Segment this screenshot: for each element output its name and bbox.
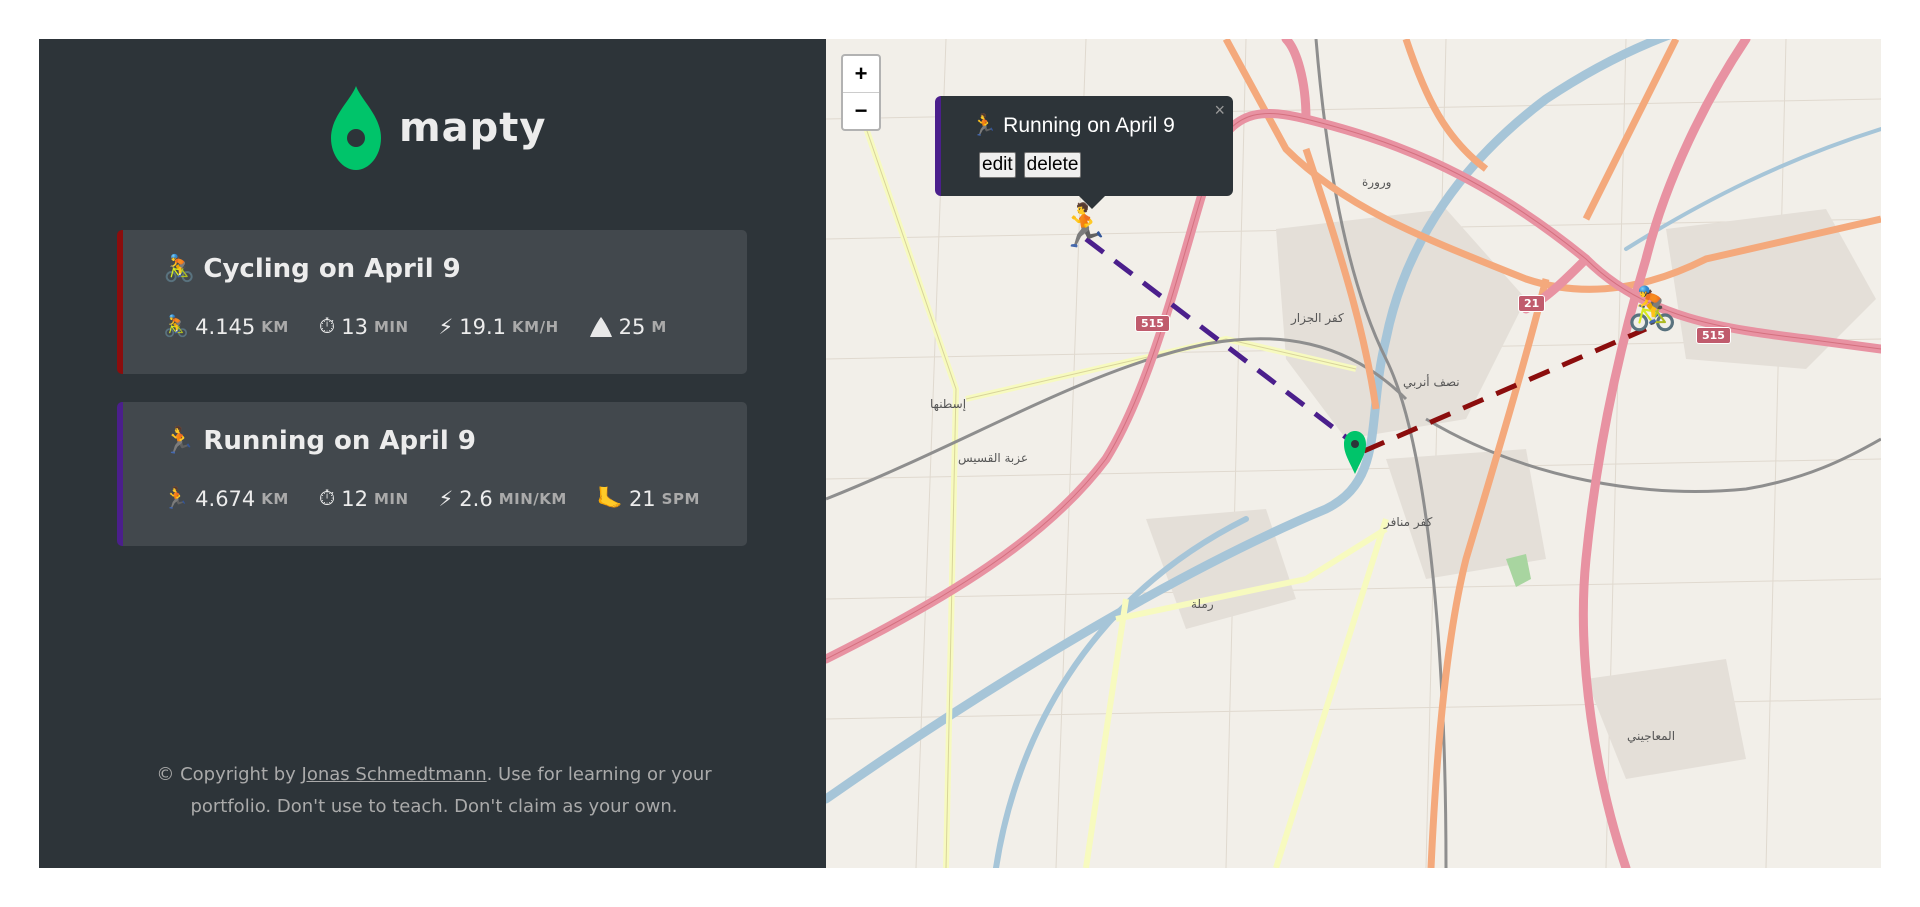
copyright: © Copyright by Jonas Schmedtmann. Use fo… [156, 764, 712, 817]
logo: mapty [331, 86, 547, 170]
pace-detail: ⚡ 2.6 min/km [438, 486, 567, 511]
bike-icon: 🚴 [163, 254, 196, 284]
duration-detail: ⏱ 13 min [318, 314, 409, 339]
app: mapty 🚴 Cycling on April 9 🚴 4.145 km ⏱ … [39, 39, 1881, 868]
runner-icon: 🏃 [971, 114, 998, 137]
workout-details: 🏃 4.674 km ⏱ 12 min ⚡ 2.6 min/km 🦶 21 [163, 486, 730, 511]
mountain-icon [589, 316, 613, 338]
popup-title: 🏃 Running on April 9 [971, 114, 1175, 137]
duration-detail: ⏱ 12 min [318, 486, 409, 511]
zoom-in-button[interactable]: + [843, 56, 879, 93]
runner-icon: 🏃 [163, 486, 190, 510]
map[interactable]: ورورة كفر الجزار إسطنها عزبة القسيس كفر … [826, 39, 1881, 868]
runner-icon: 🏃 [163, 426, 196, 456]
delete-button[interactable]: delete [1023, 152, 1082, 178]
edit-button[interactable]: edit [979, 152, 1016, 178]
map-pin-logo-icon [331, 86, 381, 170]
cyclist-marker-icon[interactable]: 🚴 [1626, 284, 1678, 334]
road-shield: 515 [1696, 327, 1731, 344]
brand-name: mapty [399, 105, 547, 151]
lightning-icon: ⚡ [438, 486, 454, 511]
workout-card-running[interactable]: 🏃 Running on April 9 🏃 4.674 km ⏱ 12 min… [117, 402, 747, 546]
lightning-icon: ⚡ [438, 314, 454, 339]
author-link[interactable]: Jonas Schmedtmann [302, 764, 487, 785]
stopwatch-icon: ⏱ [318, 314, 336, 338]
workout-title: 🏃 Running on April 9 [163, 426, 476, 456]
popup-actions: edit delete [979, 152, 1082, 178]
place-label: المعاجيني [1627, 729, 1676, 743]
road-shield: 21 [1518, 295, 1546, 312]
place-label: عزبة القسيس [958, 451, 1029, 465]
place-label: نصف أنربي [1403, 375, 1460, 389]
close-icon[interactable]: × [1214, 100, 1225, 121]
sidebar: mapty 🚴 Cycling on April 9 🚴 4.145 km ⏱ … [39, 39, 826, 868]
place-label: كفر منافر [1384, 515, 1433, 529]
workout-details: 🚴 4.145 km ⏱ 13 min ⚡ 19.1 km/h [163, 314, 697, 339]
road-shield: 515 [1135, 315, 1170, 332]
distance-detail: 🏃 4.674 km [163, 486, 289, 511]
place-label: إسطنها [930, 397, 967, 411]
distance-detail: 🚴 4.145 km [163, 314, 289, 339]
workout-title: 🚴 Cycling on April 9 [163, 254, 461, 284]
workout-popup: 🏃 Running on April 9 × edit delete [935, 96, 1233, 196]
place-label: رملة [1191, 597, 1214, 611]
popup-tip [1078, 195, 1106, 209]
stopwatch-icon: ⏱ [318, 486, 336, 510]
zoom-control: + − [841, 54, 881, 131]
cadence-detail: 🦶 21 spm [596, 486, 700, 511]
place-label: كفر الجزار [1291, 311, 1344, 325]
bike-icon: 🚴 [163, 314, 190, 338]
elevation-detail: 25 m [589, 315, 667, 339]
workout-card-cycling[interactable]: 🚴 Cycling on April 9 🚴 4.145 km ⏱ 13 min… [117, 230, 747, 374]
place-label: ورورة [1362, 175, 1392, 189]
speed-detail: ⚡ 19.1 km/h [438, 314, 559, 339]
zoom-out-button[interactable]: − [843, 93, 879, 129]
footprint-icon: 🦶 [596, 486, 623, 510]
